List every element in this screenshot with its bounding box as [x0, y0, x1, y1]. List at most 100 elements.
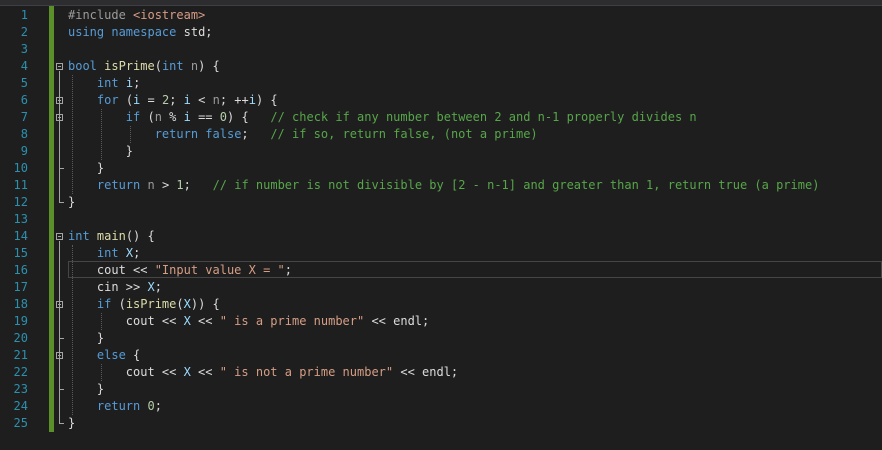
code-text[interactable]: for (i = 2; i < n; ++i) {	[68, 92, 278, 109]
code-token: " is a prime number"	[219, 314, 365, 328]
code-line[interactable]: 20 }	[0, 330, 882, 347]
code-line[interactable]: 18 if (isPrime(X)) {	[0, 296, 882, 313]
code-token: (	[154, 59, 162, 73]
code-line[interactable]: 24 return 0;	[0, 398, 882, 415]
code-token: false	[205, 127, 242, 141]
code-line[interactable]: 12}	[0, 194, 882, 211]
indent-guide	[101, 313, 102, 330]
code-token: (	[118, 93, 134, 107]
code-text[interactable]: return false; // if so, return false, (n…	[68, 126, 538, 143]
code-line[interactable]: 2 using namespace std;	[0, 24, 882, 41]
code-text[interactable]: if (isPrime(X)) {	[68, 296, 220, 313]
code-token: X	[125, 246, 134, 260]
line-number: 10	[13, 161, 28, 175]
code-line[interactable]: 16 cout << "Input value X = ";	[0, 262, 882, 279]
code-token: isPrime	[125, 297, 177, 311]
code-token: isPrime	[104, 59, 155, 73]
code-line[interactable]: 17 cin >> X;	[0, 279, 882, 296]
code-text[interactable]: int X;	[68, 245, 140, 262]
code-line[interactable]: 9 }	[0, 143, 882, 160]
code-token: i	[125, 76, 134, 90]
code-text[interactable]: using namespace std;	[68, 24, 213, 41]
code-text[interactable]: int i;	[68, 75, 140, 92]
code-token: %	[161, 110, 184, 124]
code-line[interactable]: 6 for (i = 2; i < n; ++i) {	[0, 92, 882, 109]
line-number: 18	[13, 297, 28, 311]
code-text[interactable]: }	[68, 194, 75, 211]
code-line[interactable]: 21 else {	[0, 347, 882, 364]
code-token: // if so, return false, (not a prime)	[270, 127, 538, 141]
code-token: ;	[284, 263, 292, 277]
code-text[interactable]: #include <iostream>	[68, 7, 205, 24]
code-token: 0	[147, 399, 155, 413]
code-line[interactable]: 19 cout << X << " is a prime number" << …	[0, 313, 882, 330]
code-token: ;	[183, 178, 213, 192]
code-token: }	[68, 382, 105, 396]
code-line[interactable]: 8 return false; // if so, return false, …	[0, 126, 882, 143]
code-token: >	[154, 178, 177, 192]
code-text[interactable]: }	[68, 330, 104, 347]
code-line[interactable]: 23 }	[0, 381, 882, 398]
line-number: 8	[20, 127, 28, 141]
code-line[interactable]: 15 int X;	[0, 245, 882, 262]
code-token: else	[96, 348, 126, 362]
code-line[interactable]: 7 if (n % i == 0) { // check if any numb…	[0, 109, 882, 126]
code-text[interactable]: cin >> X;	[68, 279, 162, 296]
code-token: " is not a prime number"	[219, 365, 394, 379]
indent-guide	[101, 364, 102, 381]
code-line[interactable]: 5 int i;	[0, 75, 882, 92]
code-token: << endl;	[393, 365, 459, 379]
code-token: return	[96, 178, 141, 192]
outline-end-mark	[59, 423, 64, 424]
line-number: 5	[20, 76, 28, 90]
code-token: 1	[176, 178, 184, 192]
code-text[interactable]: return 0;	[68, 398, 162, 415]
code-line[interactable]: 1 #include <iostream>	[0, 7, 882, 24]
code-token: <<	[190, 314, 220, 328]
code-text[interactable]: cout << X << " is not a prime number" <<…	[68, 364, 458, 381]
code-text[interactable]: bool isPrime(int n) {	[68, 58, 220, 75]
code-line[interactable]: 22 cout << X << " is not a prime number"…	[0, 364, 882, 381]
line-number: 11	[13, 178, 28, 192]
code-line[interactable]: 10 }	[0, 160, 882, 177]
collapse-icon[interactable]	[56, 63, 63, 70]
code-line[interactable]: 3	[0, 41, 882, 58]
indent-guide	[130, 126, 131, 143]
code-token: cout <<	[68, 365, 184, 379]
code-text[interactable]: cout << X << " is a prime number" << end…	[68, 313, 429, 330]
code-text[interactable]: return n > 1; // if number is not divisi…	[68, 177, 820, 194]
code-token: return	[96, 399, 141, 413]
code-token: (	[111, 297, 126, 311]
code-line[interactable]: 25}	[0, 415, 882, 432]
code-token: ;	[169, 93, 184, 107]
outline-end-mark	[59, 338, 64, 339]
code-text[interactable]: else {	[68, 347, 140, 364]
code-token: ;	[133, 76, 141, 90]
line-number: 1	[20, 8, 28, 22]
code-text[interactable]: }	[68, 381, 104, 398]
code-token: (	[176, 297, 184, 311]
code-editor[interactable]: 1 #include <iostream> 2 using namespace std…	[0, 0, 882, 450]
code-token: namespace	[111, 25, 177, 39]
outline-line	[59, 71, 60, 202]
code-line[interactable]: 11 return n > 1; // if number is not div…	[0, 177, 882, 194]
code-token: ) {	[227, 110, 271, 124]
code-token: bool	[68, 59, 97, 73]
code-line[interactable]: 4 bool isPrime(int n) {	[0, 58, 882, 75]
outline-line	[59, 241, 60, 423]
code-line[interactable]: 13	[0, 211, 882, 228]
code-line[interactable]: 14 int main() {	[0, 228, 882, 245]
code-token: // if number is not divisible by [2 - n-…	[212, 178, 820, 192]
code-text[interactable]: }	[68, 415, 75, 432]
code-text[interactable]: if (n % i == 0) { // check if any number…	[68, 109, 697, 126]
code-text[interactable]: }	[68, 160, 104, 177]
code-text[interactable]: cout << "Input value X = ";	[68, 262, 292, 279]
code-text[interactable]: int main() {	[68, 228, 155, 245]
code-token: }	[68, 161, 105, 175]
code-token: n	[154, 110, 162, 124]
collapse-icon[interactable]	[56, 233, 63, 240]
code-token: ) {	[198, 59, 220, 73]
